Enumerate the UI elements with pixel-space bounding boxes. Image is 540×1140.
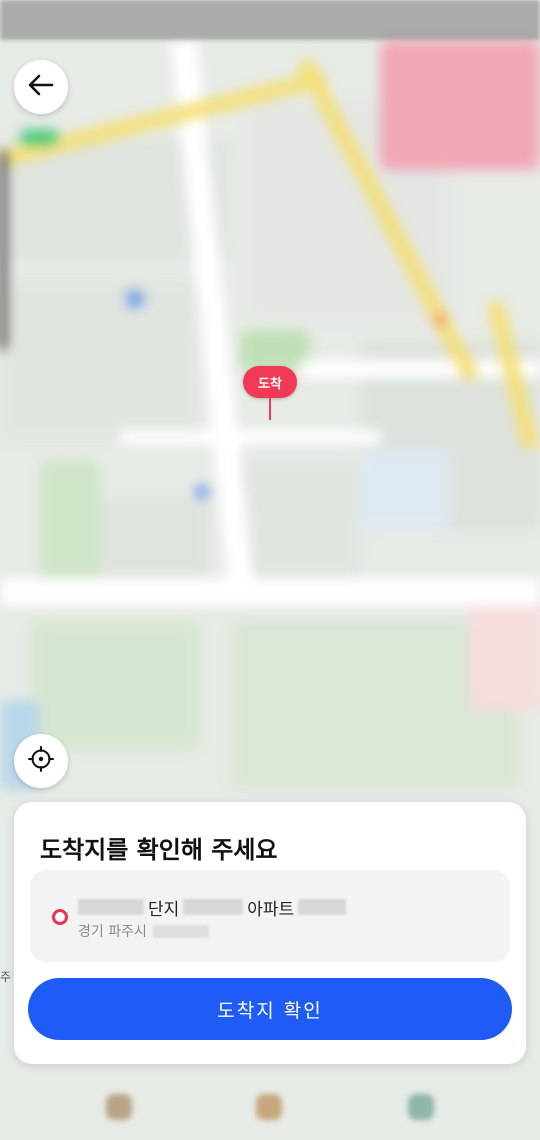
- destination-pin-stem: [269, 398, 271, 420]
- destination-confirm-sheet: 도착지를 확인해 주세요 단지 아파트 경기 파주시 도착지 확인: [14, 802, 526, 1064]
- address-segment: 아파트: [247, 899, 295, 920]
- destination-pin-label: 도착: [243, 366, 297, 398]
- address-line-1: 단지 아파트: [78, 896, 347, 920]
- address-segment: 단지: [148, 899, 180, 920]
- address-line-2: 경기 파주시: [78, 922, 209, 940]
- address-card[interactable]: 단지 아파트 경기 파주시: [30, 870, 510, 962]
- sheet-title: 도착지를 확인해 주세요: [40, 836, 278, 864]
- redacted-text: [298, 899, 347, 915]
- tab-ghost-icon: [106, 1094, 132, 1120]
- redacted-text: [78, 899, 144, 915]
- tab-ghost-icon: [408, 1094, 434, 1120]
- address-region: 경기 파주시: [78, 924, 147, 940]
- map-edge-label: 주: [0, 970, 12, 984]
- back-button[interactable]: [14, 60, 68, 114]
- destination-pin[interactable]: 도착: [243, 366, 297, 420]
- redacted-text: [183, 899, 244, 915]
- location-dot-icon: [52, 909, 68, 925]
- redacted-text: [152, 924, 209, 938]
- crosshair-icon: [27, 745, 55, 777]
- confirm-destination-button[interactable]: 도착지 확인: [28, 978, 512, 1040]
- current-location-button[interactable]: [14, 734, 68, 788]
- status-bar: [0, 0, 540, 40]
- arrow-left-icon: [26, 70, 56, 104]
- tab-ghost-icon: [256, 1094, 282, 1120]
